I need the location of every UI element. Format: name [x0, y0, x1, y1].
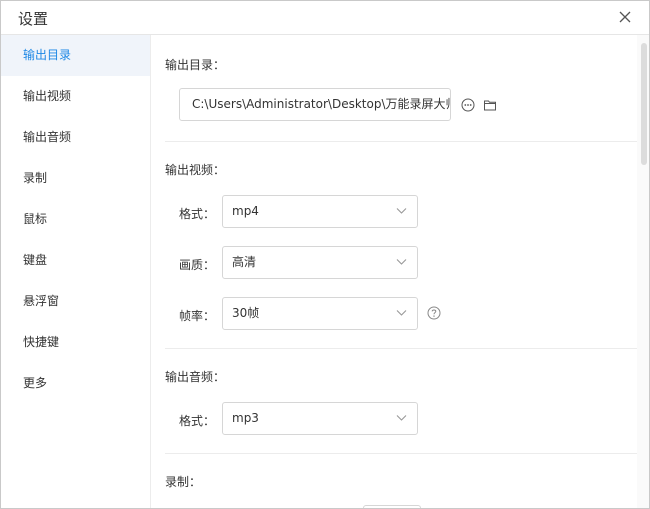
chevron-down-icon	[396, 310, 407, 316]
audio-format-label: 格式：	[179, 414, 216, 428]
dialog-title: 设置	[18, 10, 49, 28]
sidebar-item-output-dir[interactable]: 输出目录	[1, 35, 150, 76]
record-setting-control[interactable]	[363, 505, 421, 508]
section-divider	[165, 348, 637, 349]
settings-content: 输出目录： C:\Users\Administrator\Desktop\万能录…	[151, 35, 649, 508]
video-quality-select[interactable]: 高清	[222, 246, 418, 279]
sidebar-item-floating-window[interactable]: 悬浮窗	[1, 281, 150, 322]
settings-sidebar: 输出目录 输出视频 输出音频 录制 鼠标 键盘 悬浮窗 快捷键 更多	[1, 35, 151, 508]
folder-icon[interactable]	[483, 98, 499, 114]
record-section-label: 录制：	[165, 475, 202, 489]
chevron-down-icon	[396, 208, 407, 214]
sidebar-item-hotkeys[interactable]: 快捷键	[1, 322, 150, 363]
video-fps-value: 30帧	[232, 306, 260, 320]
sidebar-item-output-video[interactable]: 输出视频	[1, 76, 150, 117]
chevron-down-icon	[396, 415, 407, 421]
video-fps-label: 帧率：	[179, 309, 216, 323]
settings-dialog: 设置 输出目录 输出视频 输出音频 录制 鼠标 键盘 悬浮窗 快捷键 更多 输出…	[0, 0, 650, 509]
sidebar-item-mouse[interactable]: 鼠标	[1, 199, 150, 240]
chevron-down-icon	[396, 259, 407, 265]
audio-format-select[interactable]: mp3	[222, 402, 418, 435]
help-icon[interactable]	[427, 306, 443, 322]
video-fps-select[interactable]: 30帧	[222, 297, 418, 330]
scrollbar-thumb[interactable]	[641, 43, 647, 165]
output-video-section-label: 输出视频：	[165, 163, 226, 177]
more-dots-icon[interactable]	[461, 98, 477, 114]
video-format-value: mp4	[232, 204, 259, 218]
output-dir-path-field[interactable]: C:\Users\Administrator\Desktop\万能录屏大师	[179, 88, 451, 121]
sidebar-item-record[interactable]: 录制	[1, 158, 150, 199]
scrollbar-track[interactable]	[637, 35, 649, 508]
output-dir-section-label: 输出目录：	[165, 58, 226, 72]
title-bar: 设置	[1, 1, 649, 35]
section-divider	[165, 141, 637, 142]
video-format-select[interactable]: mp4	[222, 195, 418, 228]
audio-format-value: mp3	[232, 411, 259, 425]
sidebar-item-output-audio[interactable]: 输出音频	[1, 117, 150, 158]
section-divider	[165, 453, 637, 454]
video-quality-value: 高清	[232, 255, 257, 269]
output-audio-section-label: 输出音频：	[165, 370, 226, 384]
sidebar-item-keyboard[interactable]: 键盘	[1, 240, 150, 281]
video-format-label: 格式：	[179, 207, 216, 221]
close-icon[interactable]	[615, 7, 635, 27]
sidebar-item-more[interactable]: 更多	[1, 363, 150, 404]
video-quality-label: 画质：	[179, 258, 216, 272]
